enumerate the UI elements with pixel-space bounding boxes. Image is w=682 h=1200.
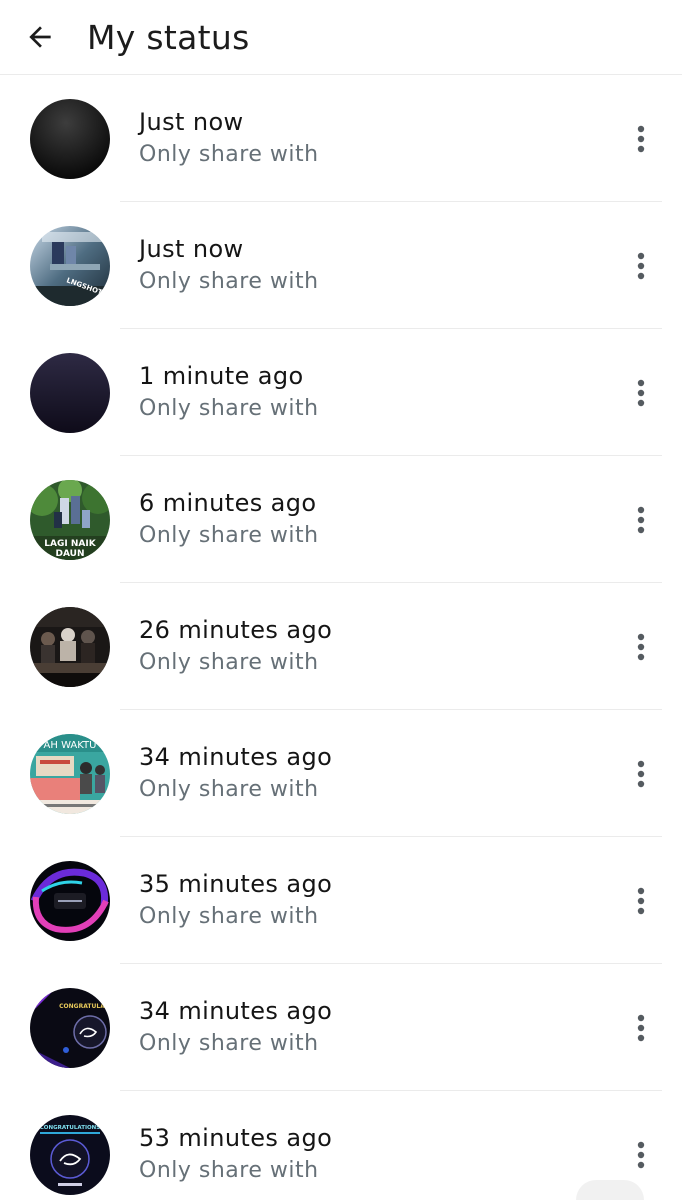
status-text: Just now Only share with [139,234,319,297]
more-vertical-icon [637,1141,645,1168]
more-options-button[interactable] [626,1008,656,1048]
status-image [30,352,110,433]
back-button[interactable] [20,17,60,57]
more-vertical-icon [637,633,645,660]
more-options-button[interactable] [626,1135,656,1175]
top-app-bar: My status [0,0,682,75]
status-thumbnail[interactable]: AH WAKTU [30,733,110,814]
status-text: 6 minutes ago Only share with [139,488,319,551]
status-time: 34 minutes ago [139,743,333,771]
more-vertical-icon [637,887,645,914]
thumbnail-caption: CONGRATULATIONS [40,1125,101,1131]
floating-button-edge[interactable] [576,1180,644,1200]
status-item[interactable]: LNGSHOT Just now Only share with [0,202,682,329]
status-text: 34 minutes ago Only share with [139,996,332,1059]
status-time: Just now [139,235,244,263]
status-item[interactable]: 26 minutes ago Only share with [0,583,682,710]
thumbnail-caption: AH WAKTU [44,740,97,751]
more-vertical-icon [637,252,645,279]
more-options-button[interactable] [626,881,656,921]
status-thumbnail[interactable] [30,352,110,433]
thumbnail-caption: CONGRATULA [59,1003,105,1010]
status-thumbnail[interactable]: LAGI NAIK DAUN [30,479,110,560]
status-text: 26 minutes ago Only share with [139,615,332,678]
status-thumbnail[interactable]: CONGRATULATIONS [30,1114,110,1195]
status-item[interactable]: 35 minutes ago Only share with [0,837,682,964]
status-item[interactable]: 1 minute ago Only share with [0,329,682,456]
status-image: LAGI NAIK DAUN [30,479,110,560]
status-item[interactable]: AH WAKTU 34 minutes ago Only share with [0,710,682,837]
status-item[interactable]: CONGRATULATIONS 53 minutes ago Only shar… [0,1091,682,1200]
status-privacy: Only share with [139,1031,319,1056]
status-privacy: Only share with [139,777,319,802]
status-privacy: Only share with [139,142,319,167]
status-text: 35 minutes ago Only share with [139,869,332,932]
more-vertical-icon [637,506,645,533]
more-vertical-icon [637,760,645,787]
status-privacy: Only share with [139,904,319,929]
my-status-screen: My status Just now Only share with LNGSH… [0,0,682,1200]
status-image: CONGRATULA [30,987,110,1068]
status-thumbnail[interactable]: CONGRATULA [30,987,110,1068]
status-privacy: Only share with [139,269,319,294]
status-time: 1 minute ago [139,362,304,390]
status-text: 34 minutes ago Only share with [139,742,332,805]
status-item[interactable]: Just now Only share with [0,75,682,202]
status-privacy: Only share with [139,396,319,421]
status-time: 53 minutes ago [139,1124,333,1152]
status-thumbnail[interactable] [30,860,110,941]
more-options-button[interactable] [626,119,656,159]
more-vertical-icon [637,125,645,152]
status-text: 53 minutes ago Only share with [139,1123,332,1186]
more-options-button[interactable] [626,246,656,286]
status-list: Just now Only share with LNGSHOT Just no… [0,75,682,1200]
status-thumbnail[interactable] [30,606,110,687]
status-image: CONGRATULATIONS [30,1114,110,1195]
more-options-button[interactable] [626,373,656,413]
more-vertical-icon [637,379,645,406]
status-privacy: Only share with [139,1158,319,1183]
status-time: 6 minutes ago [139,489,317,517]
status-image [30,98,110,179]
status-time: 34 minutes ago [139,997,333,1025]
status-time: Just now [139,108,244,136]
status-image [30,606,110,687]
status-text: 1 minute ago Only share with [139,361,319,424]
thumbnail-caption: DAUN [56,549,85,559]
status-privacy: Only share with [139,650,319,675]
arrow-left-icon [29,26,51,48]
status-item[interactable]: CONGRATULA 34 minutes ago Only share wit… [0,964,682,1091]
status-text: Just now Only share with [139,107,319,170]
status-image: LNGSHOT [30,225,110,306]
more-options-button[interactable] [626,627,656,667]
status-thumbnail[interactable] [30,98,110,179]
status-time: 26 minutes ago [139,616,333,644]
status-image [30,860,110,941]
more-options-button[interactable] [626,754,656,794]
more-options-button[interactable] [626,500,656,540]
status-privacy: Only share with [139,523,319,548]
status-time: 35 minutes ago [139,870,333,898]
more-vertical-icon [637,1014,645,1041]
status-thumbnail[interactable]: LNGSHOT [30,225,110,306]
status-item[interactable]: LAGI NAIK DAUN 6 minutes ago Only share … [0,456,682,583]
page-title: My status [87,17,250,57]
thumbnail-caption: LAGI NAIK [44,539,96,549]
status-image: AH WAKTU [30,733,110,814]
